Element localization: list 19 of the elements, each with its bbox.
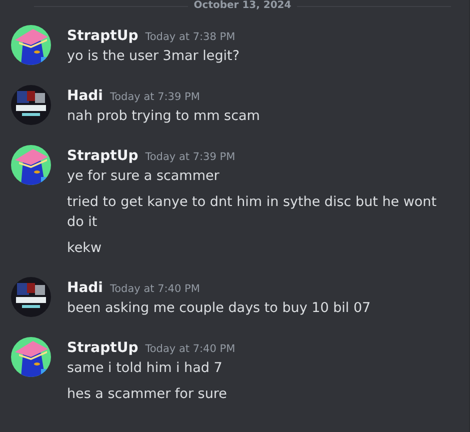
timestamp: Today at 7:40 PM — [110, 283, 200, 295]
message-text: yo is the user 3mar legit? — [67, 47, 240, 66]
message-text: hes a scammer for sure — [67, 385, 228, 404]
message-text: tried to get kanye to dnt him in sythe disc but he wont do it — [67, 193, 438, 232]
timestamp: Today at 7:38 PM — [145, 31, 236, 43]
message-text: been asking me couple days to buy 10 bil 07 — [67, 299, 371, 318]
message-text: nah prob trying to mm scam — [67, 107, 260, 126]
author-name[interactable]: Hadi — [67, 86, 103, 106]
author-name[interactable]: StraptUp — [67, 146, 138, 166]
timestamp: Today at 7:39 PM — [145, 151, 236, 163]
author-name[interactable]: StraptUp — [67, 26, 138, 46]
message-text: kekw — [67, 239, 103, 258]
message-text: same i told him i had 7 — [67, 359, 224, 378]
timestamp: Today at 7:39 PM — [110, 91, 200, 103]
timestamp: Today at 7:40 PM — [145, 343, 236, 355]
author-name[interactable]: StraptUp — [67, 338, 138, 358]
message-text: ye for sure a scammer — [67, 167, 220, 186]
date-divider: October 13, 2024 — [194, 0, 292, 12]
author-name[interactable]: Hadi — [67, 278, 103, 298]
